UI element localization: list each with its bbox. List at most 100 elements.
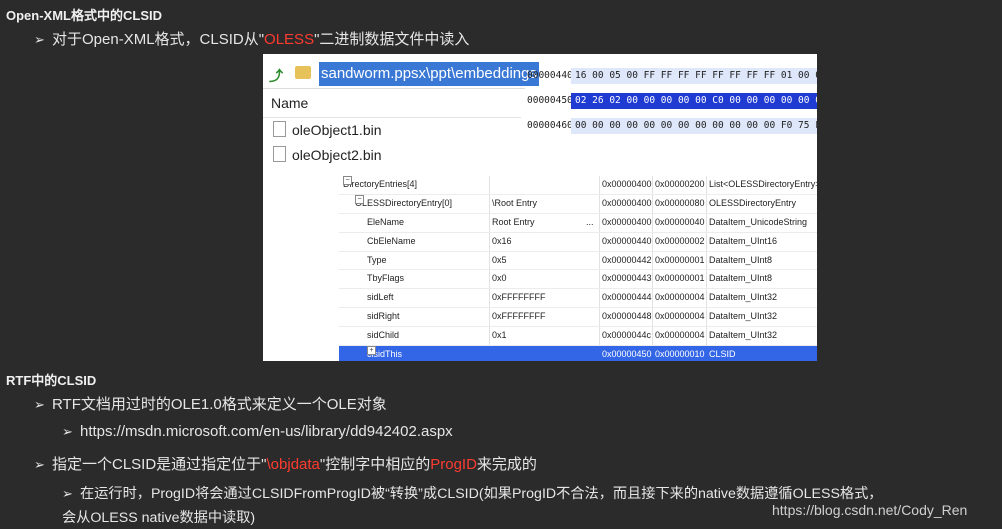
section-heading-openxml: Open-XML格式中的CLSID: [6, 8, 162, 23]
tree-row-name: EleName: [339, 214, 404, 231]
tree-row[interactable]: + clsidThis 0x00000450 0x00000010 CLSID: [339, 346, 817, 361]
tree-row-offset: 0x00000448: [602, 311, 652, 322]
tree-row[interactable]: sidLeft 0xFFFFFFFF 0x00000444 0x00000004 Dat…: [339, 289, 817, 309]
tree-row-size: 0x00000080: [655, 197, 705, 208]
tree-row-type: CLSID: [709, 349, 736, 360]
tree-row-size: 0x00000040: [655, 216, 705, 227]
tree-row-size: 0x00000002: [655, 235, 705, 246]
tree-row-value: Root Entry: [492, 216, 535, 227]
tree-row-name: sidLeft: [339, 289, 394, 306]
bullet-msdn-link: ➢ https://msdn.microsoft.com/en-us/librar…: [62, 423, 453, 440]
tree-row-type: DataItem_UInt8: [709, 273, 773, 284]
up-arrow-icon[interactable]: ⤴: [269, 66, 283, 84]
tree-row[interactable]: − DirectoryEntries[4] 0x00000400 0x00000200…: [339, 176, 817, 195]
structure-tree-table: − DirectoryEntries[4] 0x00000400 0x00000200…: [339, 176, 817, 361]
tree-row-name: − OLESSDirectoryEntry[0]: [339, 194, 453, 212]
tree-row-value: 0x5: [492, 254, 507, 265]
tree-row-size: 0x00000200: [655, 179, 705, 189]
tree-row-label: EleName: [367, 216, 405, 227]
tree-row[interactable]: TbyFlags 0x0 0x00000443 0x00000001 DataItem_…: [339, 270, 817, 290]
bullet-rtf-ole: ➢ RTF文档用过时的OLE1.0格式来定义一个OLE对象: [34, 393, 387, 414]
bullet-progid: ➢ 指定一个CLSID是通过指定位于"\objdata"控制字中相应的ProgID…: [34, 453, 537, 474]
tree-row-label: sidLeft: [367, 292, 394, 303]
tree-row-value: \Root Entry: [492, 197, 538, 208]
tree-row[interactable]: EleName Root Entry... 0x00000400 0x00000040…: [339, 214, 817, 233]
file-icon: [273, 146, 286, 162]
tree-row-label: OLESSDirectoryEntry[0]: [355, 197, 453, 208]
hex-offset: 00000440: [527, 70, 573, 81]
tree-row-value: 0x16: [492, 235, 512, 246]
tree-row-label: CbEleName: [367, 235, 416, 246]
bullet-text: RTF文档用过时的OLE1.0格式来定义一个OLE对象: [52, 396, 387, 413]
file-item[interactable]: oleObject1.bin: [273, 121, 382, 138]
tree-row-type: DataItem_UInt8: [709, 254, 773, 265]
bullet-text-line1: 在运行时，ProgID将会通过CLSIDFromProgID被“转换”成CLSI…: [80, 486, 883, 502]
tree-row-offset: 0x00000443: [602, 273, 652, 284]
hex-bytes[interactable]: 00 00 00 00 00 00 00 00 00 00 00 00 F0 7…: [571, 118, 817, 134]
tree-row[interactable]: sidChild 0x1 0x0000044c 0x00000004 DataItem_…: [339, 327, 817, 347]
hex-offset: 00000460: [527, 120, 573, 131]
tree-row-size: 0x00000001: [655, 273, 705, 284]
file-name: oleObject1.bin: [292, 122, 382, 138]
folder-icon: [295, 66, 311, 79]
name-column-header[interactable]: Name: [271, 95, 308, 111]
tree-row-value: 0x0: [492, 273, 507, 284]
bullet-text-post: 来完成的: [476, 456, 537, 473]
tree-row[interactable]: CbEleName 0x16 0x00000440 0x00000002 DataIte…: [339, 233, 817, 252]
tree-row-offset: 0x00000400: [602, 216, 652, 227]
tree-row-name: CbEleName: [339, 233, 416, 250]
arrow-bullet-icon: ➢: [62, 424, 73, 439]
file-icon: [273, 121, 286, 137]
hex-bytes-selected[interactable]: 02 26 02 00 00 00 00 00 C0 00 00 00 00 0…: [571, 93, 817, 109]
file-name: oleObject2.bin: [292, 147, 382, 163]
tree-row-label: sidRight: [367, 311, 400, 322]
tree-row-label: sidChild: [367, 330, 400, 341]
arrow-bullet-icon: ➢: [34, 457, 45, 472]
tree-row-offset: 0x00000440: [602, 235, 652, 246]
header-separator: [263, 117, 521, 118]
tree-row-name: sidRight: [339, 308, 400, 325]
msdn-link[interactable]: https://msdn.microsoft.com/en-us/library…: [80, 423, 453, 440]
bullet-text-pre: 对于Open-XML格式，CLSID从": [52, 31, 265, 48]
tree-row-type: DataItem_UInt16: [709, 235, 778, 246]
objdata-keyword: \objdata: [266, 456, 320, 473]
tree-row-name: TbyFlags: [339, 270, 404, 287]
bullet-text-mid: "控制字中相应的: [319, 456, 431, 473]
tree-row-label: Type: [367, 254, 387, 265]
tree-row-value: 0x1: [492, 330, 507, 341]
tree-row-size: 0x00000001: [655, 254, 705, 265]
tree-row-type: List<OLESSDirectoryEntry>: [709, 179, 817, 189]
tree-row[interactable]: sidRight 0xFFFFFFFF 0x00000448 0x00000004 Da…: [339, 308, 817, 328]
explorer-address-bar[interactable]: ⤴ sandworm.ppsx\ppt\embeddings: [263, 58, 539, 89]
arrow-bullet-icon: ➢: [62, 486, 73, 501]
section-heading-rtf: RTF中的CLSID: [6, 373, 97, 388]
progid-keyword: ProgID: [430, 456, 477, 473]
arrow-bullet-icon: ➢: [34, 397, 45, 412]
collapse-icon[interactable]: −: [343, 176, 352, 185]
tree-row[interactable]: − OLESSDirectoryEntry[0] \Root Entry 0x0000…: [339, 194, 817, 214]
address-path[interactable]: sandworm.ppsx\ppt\embeddings: [319, 62, 539, 86]
bullet-openxml-clsid: ➢ 对于Open-XML格式，CLSID从"OLESS"二进制数据文件中读入: [34, 28, 469, 49]
tree-row-type: DataItem_UnicodeString: [709, 216, 808, 227]
tree-row[interactable]: Type 0x5 0x00000442 0x00000001 DataItem_UInt…: [339, 252, 817, 271]
hex-bytes[interactable]: 16 00 05 00 FF FF FF FF FF FF FF FF 01 0…: [571, 68, 817, 84]
collapse-icon[interactable]: −: [355, 194, 364, 204]
embedded-screenshot: ⤴ sandworm.ppsx\ppt\embeddings Name oleO…: [263, 54, 817, 361]
tree-row-type: DataItem_UInt32: [709, 292, 778, 303]
tree-row-value: 0xFFFFFFFF: [492, 292, 546, 303]
tree-row-name: + clsidThis: [339, 346, 402, 361]
arrow-bullet-icon: ➢: [34, 32, 45, 47]
tree-row-offset: 0x00000400: [602, 179, 652, 189]
tree-row-type: DataItem_UInt32: [709, 330, 778, 341]
tree-row-label: DirectoryEntries[4]: [343, 179, 418, 189]
file-item[interactable]: oleObject2.bin: [273, 146, 382, 163]
tree-row-offset: 0x0000044c: [602, 330, 652, 341]
expand-icon[interactable]: +: [367, 346, 376, 356]
tree-row-type: OLESSDirectoryEntry: [709, 197, 797, 208]
tree-row-size: 0x00000004: [655, 292, 705, 303]
blog-watermark: https://blog.csdn.net/Cody_Ren: [772, 502, 968, 518]
ellipsis-button[interactable]: ...: [586, 214, 594, 231]
tree-row-offset: 0x00000442: [602, 254, 652, 265]
tree-row-name: sidChild: [339, 327, 399, 344]
tree-row-offset: 0x00000450: [602, 349, 652, 360]
